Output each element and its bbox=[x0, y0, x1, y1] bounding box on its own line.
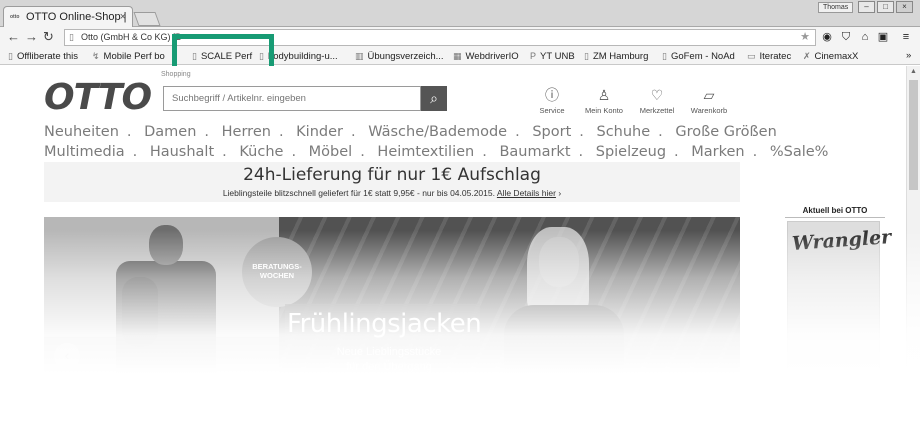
page-icon: ▯ bbox=[662, 51, 667, 61]
account-link[interactable]: ♙ Mein Konto bbox=[577, 87, 631, 115]
browser-toolbar: ← → ↻ ▯ Otto (GmbH & Co KG) [D ★ ◉ ⛉ ⌂ ▣… bbox=[0, 27, 920, 48]
nav-item[interactable]: %Sale% bbox=[770, 144, 829, 160]
bookmarks-overflow-icon[interactable]: » bbox=[906, 48, 911, 64]
cart-icon: ▱ bbox=[703, 87, 715, 103]
page-icon: ▯ bbox=[8, 51, 13, 61]
nav-item[interactable]: Große Größen bbox=[675, 124, 776, 140]
scroll-up-icon[interactable]: ▲ bbox=[910, 68, 917, 75]
nav-item[interactable]: Haushalt bbox=[150, 144, 214, 160]
bolt-icon: ↯ bbox=[92, 51, 100, 61]
user-icon: ♙ bbox=[597, 87, 611, 103]
nav-item[interactable]: Damen bbox=[144, 124, 196, 140]
pin-icon: ✗ bbox=[803, 51, 811, 61]
main-nav-row-1: Neuheiten. Damen. Herren. Kinder. Wäsche… bbox=[44, 124, 777, 140]
wishlist-link[interactable]: ♡ Merkzettel bbox=[630, 87, 684, 115]
nav-item[interactable]: Marken bbox=[691, 144, 744, 160]
divider bbox=[785, 217, 885, 218]
bookmark-folder[interactable]: ▭ Iteratec bbox=[747, 48, 791, 65]
search-input[interactable] bbox=[163, 86, 421, 111]
nav-item[interactable]: Heimtextilien bbox=[377, 144, 474, 160]
reload-icon[interactable]: ↻ bbox=[43, 30, 54, 44]
otto-favicon-icon: otto bbox=[10, 14, 20, 20]
chevron-right-icon: › bbox=[558, 188, 562, 198]
delivery-promo-banner[interactable]: 24h-Lieferung für nur 1€ Aufschlag Liebl… bbox=[44, 162, 740, 202]
shopping-label: Shopping bbox=[161, 71, 191, 78]
nav-item[interactable]: Schuhe bbox=[596, 124, 650, 140]
nav-item[interactable]: Spielzeug bbox=[596, 144, 666, 160]
back-arrow-icon[interactable]: ← bbox=[7, 30, 20, 44]
otto-logo[interactable]: OTTO bbox=[44, 80, 152, 116]
nav-item[interactable]: Multimedia bbox=[44, 144, 125, 160]
nav-item[interactable]: Kinder bbox=[296, 124, 343, 140]
new-tab-button[interactable] bbox=[133, 12, 161, 26]
bookmarks-bar: ▯ Offliberate this ↯ Mobile Perf bo ▯ SCALE… bbox=[0, 48, 920, 65]
nav-item[interactable]: Sport bbox=[532, 124, 571, 140]
nav-item[interactable]: Neuheiten bbox=[44, 124, 119, 140]
browser-tab[interactable]: otto OTTO Online-Shop | × bbox=[3, 6, 133, 28]
extension-shield-icon[interactable]: ⛉ bbox=[840, 31, 852, 43]
bookmark-item[interactable]: ▯ Offliberate this bbox=[8, 48, 78, 65]
promo-details-link[interactable]: Alle Details hier bbox=[497, 188, 556, 198]
bookmark-item[interactable]: P YT UNB bbox=[530, 48, 575, 65]
tab-close-icon[interactable]: × bbox=[120, 7, 126, 27]
sidebar-title: Aktuell bei OTTO bbox=[802, 206, 868, 215]
search-button[interactable]: ⌕ bbox=[421, 86, 447, 111]
nav-item[interactable]: Baumarkt bbox=[499, 144, 570, 160]
bookmark-item[interactable]: ↯ Mobile Perf bo bbox=[92, 48, 165, 65]
page-info-icon[interactable]: ▯ bbox=[69, 30, 74, 45]
extension-circle-icon[interactable]: ◉ bbox=[821, 31, 833, 43]
hero-left-image bbox=[44, 217, 279, 422]
profile-badge[interactable]: Thomas bbox=[818, 2, 854, 13]
info-icon: ⓘ bbox=[545, 87, 559, 103]
window-close-icon[interactable]: × bbox=[896, 1, 913, 13]
nav-item[interactable]: Küche bbox=[239, 144, 283, 160]
bookmark-item[interactable]: ▥ Übungsverzeich... bbox=[355, 48, 444, 65]
bookmark-item[interactable]: ✗ CinemaxX bbox=[803, 48, 858, 65]
web-page: OTTO Shopping ⌕ ⓘ Service ♙ Mein Konto ♡… bbox=[0, 66, 920, 422]
browser-titlebar: otto OTTO Online-Shop | × Thomas – □ × bbox=[0, 0, 920, 28]
hero-headline: Frühlingsjacken bbox=[287, 309, 482, 339]
minimize-icon[interactable]: – bbox=[858, 1, 875, 13]
p-icon: P bbox=[530, 51, 537, 61]
extension-square-icon[interactable]: ▣ bbox=[877, 31, 889, 43]
chrome-menu-icon[interactable]: ≡ bbox=[900, 31, 912, 43]
carousel-prev-icon[interactable]: ‹ bbox=[54, 343, 80, 369]
bookmark-star-icon[interactable]: ★ bbox=[800, 30, 810, 45]
bookmark-item[interactable]: ▯ ZM Hamburg bbox=[584, 48, 648, 65]
heart-icon: ♡ bbox=[650, 87, 664, 103]
page-scrollbar[interactable]: ▲ bbox=[906, 66, 920, 422]
scrollbar-thumb[interactable] bbox=[909, 80, 918, 190]
address-text: Otto (GmbH & Co KG) [D bbox=[81, 32, 183, 42]
forward-arrow-icon[interactable]: → bbox=[25, 30, 38, 44]
webdriver-icon: ▦ bbox=[453, 51, 462, 61]
promo-subtitle: Lieblingsteile blitzschnell geliefert fü… bbox=[222, 188, 562, 198]
main-nav-row-2: Multimedia. Haushalt. Küche. Möbel. Heim… bbox=[44, 144, 829, 160]
hero-carousel[interactable]: BERATUNGS- WOCHEN Frühlingsjacken Neue L… bbox=[44, 217, 740, 422]
bookmark-item[interactable]: ▦ WebdriverIO bbox=[453, 48, 519, 65]
search-icon: ⌕ bbox=[430, 90, 438, 106]
folder-icon: ▭ bbox=[747, 51, 756, 61]
bookmark-item[interactable]: ▯ GoFem - NoAd bbox=[662, 48, 735, 65]
home-icon[interactable]: ⌂ bbox=[859, 31, 871, 43]
nav-item[interactable]: Herren bbox=[222, 124, 271, 140]
nav-item[interactable]: Möbel bbox=[309, 144, 353, 160]
nav-item[interactable]: Wäsche/Bademode bbox=[368, 124, 507, 140]
hero-subline: Neue Lieblingsstücke für den Übergang bbox=[336, 346, 442, 373]
service-link[interactable]: ⓘ Service bbox=[525, 87, 579, 115]
page-icon: ▯ bbox=[584, 51, 589, 61]
tab-title: OTTO Online-Shop | bbox=[26, 11, 127, 23]
cart-link[interactable]: ▱ Warenkorb bbox=[682, 87, 736, 115]
maximize-icon[interactable]: □ bbox=[877, 1, 894, 13]
beratungswochen-badge[interactable]: BERATUNGS- WOCHEN bbox=[242, 237, 312, 307]
promo-title: 24h-Lieferung für nur 1€ Aufschlag bbox=[243, 165, 541, 185]
grid-icon: ▥ bbox=[355, 51, 364, 61]
